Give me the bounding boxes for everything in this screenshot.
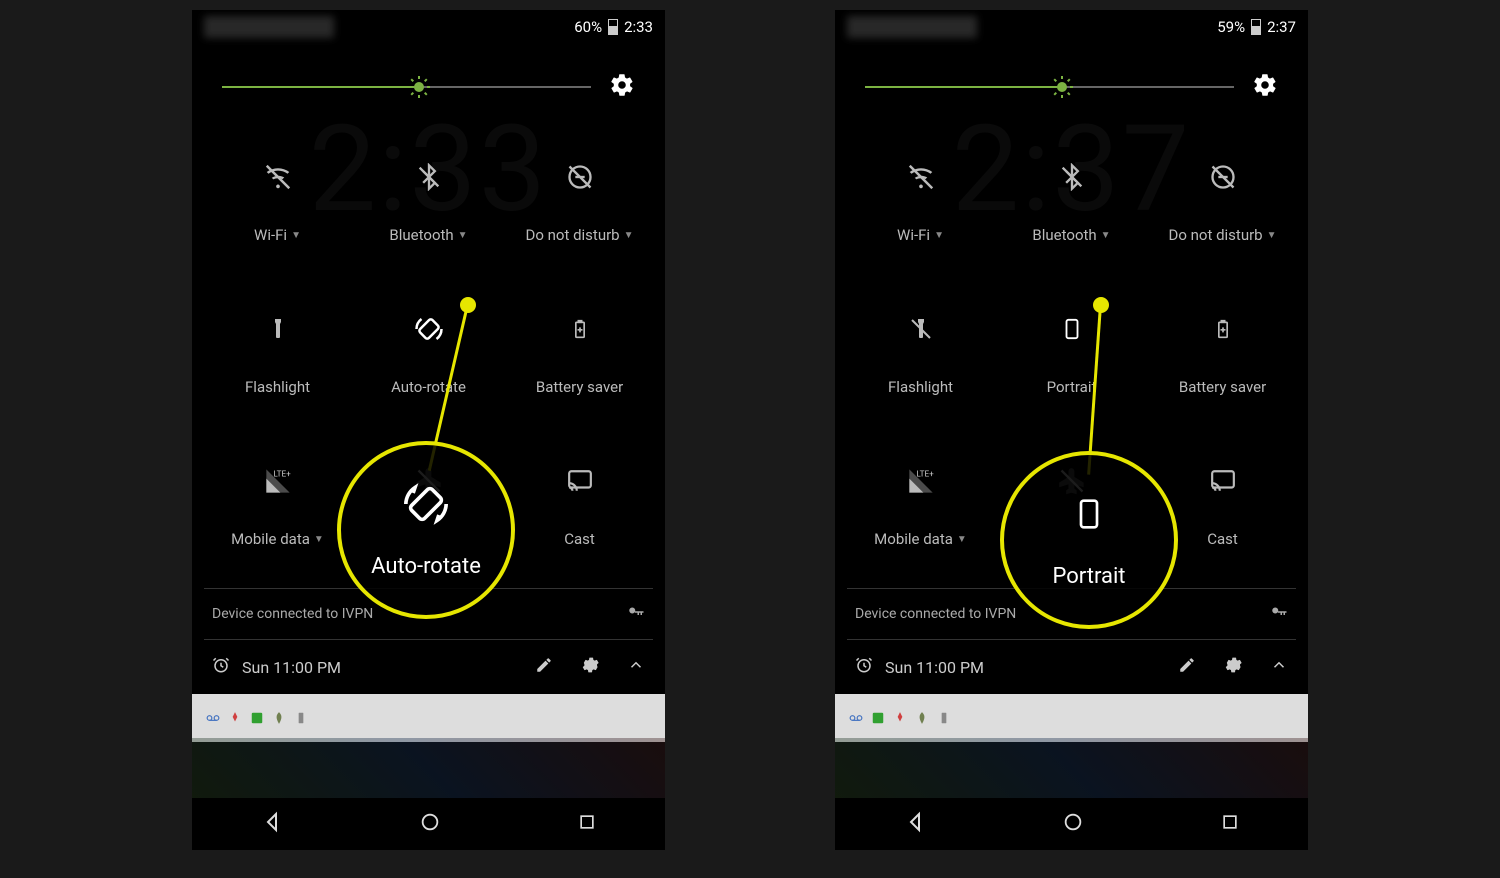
- tile-flashlight[interactable]: Flashlight: [845, 314, 996, 396]
- navigation-bar: [835, 798, 1308, 850]
- flashlight-off-icon: [906, 314, 936, 344]
- alarm-icon: [855, 656, 873, 678]
- chevron-down-icon: ▼: [1267, 230, 1277, 241]
- auto-rotate-icon: [414, 314, 444, 344]
- tile-bluetooth[interactable]: Bluetooth▼: [353, 162, 504, 244]
- key-icon: [627, 603, 645, 625]
- auto-rotate-icon: [404, 482, 448, 526]
- clock: 2:33: [624, 18, 653, 36]
- tile-battery-saver[interactable]: Battery saver: [504, 314, 655, 396]
- svg-text:LTE+: LTE+: [916, 468, 934, 478]
- bluetooth-off-icon: [414, 162, 444, 192]
- notification-icons-bar[interactable]: [192, 694, 665, 742]
- recents-button[interactable]: [1220, 812, 1240, 836]
- tile-cast[interactable]: Cast: [504, 466, 655, 548]
- battery-percent: 59%: [1217, 18, 1245, 36]
- tile-bluetooth[interactable]: Bluetooth▼: [996, 162, 1147, 244]
- tile-dnd[interactable]: Do not disturb▼: [1147, 162, 1298, 244]
- status-blur: [204, 16, 334, 38]
- back-button[interactable]: [260, 810, 284, 838]
- flashlight-icon: [263, 314, 293, 344]
- recents-button[interactable]: [577, 812, 597, 836]
- bluetooth-off-icon: [1057, 162, 1087, 192]
- tile-battery-saver[interactable]: Battery saver: [1147, 314, 1298, 396]
- leaf-icon: [272, 711, 286, 725]
- chevron-down-icon: ▼: [1101, 230, 1111, 241]
- brightness-thumb[interactable]: [407, 75, 431, 99]
- voicemail-icon: [849, 711, 863, 725]
- notification-icons-bar[interactable]: [835, 694, 1308, 742]
- device-icon: [937, 711, 951, 725]
- brightness-slider[interactable]: [192, 44, 665, 112]
- callout-auto-rotate: Auto-rotate: [337, 441, 515, 619]
- wifi-off-icon: [263, 162, 293, 192]
- home-button[interactable]: [419, 811, 441, 837]
- chevron-down-icon: ▼: [957, 534, 967, 545]
- battery-percent: 60%: [574, 18, 602, 36]
- chevron-down-icon: ▼: [314, 534, 324, 545]
- callout-dot: [1093, 297, 1109, 313]
- edit-icon[interactable]: [1178, 656, 1196, 678]
- chevron-down-icon: ▼: [291, 230, 301, 241]
- alarm-row[interactable]: Sun 11:00 PM: [192, 640, 665, 694]
- settings-icon[interactable]: [609, 72, 635, 102]
- gear-icon[interactable]: [581, 656, 599, 678]
- cast-icon: [565, 466, 595, 496]
- brightness-slider[interactable]: [835, 44, 1308, 112]
- battery-saver-icon: [1208, 314, 1238, 344]
- navigation-bar: [192, 798, 665, 850]
- image-icon: [250, 711, 264, 725]
- phone-right: 2:37 59% 2:37 Wi-Fi▼ Bluetooth▼: [835, 10, 1308, 850]
- status-blur: [847, 16, 977, 38]
- tile-dnd[interactable]: Do not disturb▼: [504, 162, 655, 244]
- chevron-down-icon: ▼: [458, 230, 468, 241]
- key-icon: [1270, 603, 1288, 625]
- dnd-off-icon: [1208, 162, 1238, 192]
- battery-saver-icon: [565, 314, 595, 344]
- edit-icon[interactable]: [535, 656, 553, 678]
- callout-dot: [460, 297, 476, 313]
- home-button[interactable]: [1062, 811, 1084, 837]
- leaf-icon: [915, 711, 929, 725]
- portrait-icon: [1057, 314, 1087, 344]
- signal-lte-icon: LTE+: [906, 466, 936, 496]
- app-icon: [228, 711, 242, 725]
- portrait-icon: [1073, 492, 1105, 536]
- tile-mobile-data[interactable]: LTE+ Mobile data▼: [845, 466, 996, 548]
- status-bar: 59% 2:37: [835, 10, 1308, 44]
- chevron-down-icon: ▼: [934, 230, 944, 241]
- tile-auto-rotate[interactable]: Auto-rotate: [353, 314, 504, 396]
- tile-mobile-data[interactable]: LTE+ Mobile data▼: [202, 466, 353, 548]
- tile-wifi[interactable]: Wi-Fi▼: [845, 162, 996, 244]
- tile-wifi[interactable]: Wi-Fi▼: [202, 162, 353, 244]
- status-bar: 60% 2:33: [192, 10, 665, 44]
- device-icon: [294, 711, 308, 725]
- signal-lte-icon: LTE+: [263, 466, 293, 496]
- image-icon: [871, 711, 885, 725]
- wallpaper: [835, 738, 1308, 798]
- settings-icon[interactable]: [1252, 72, 1278, 102]
- svg-text:LTE+: LTE+: [273, 468, 291, 478]
- chevron-up-icon[interactable]: [627, 656, 645, 678]
- voicemail-icon: [206, 711, 220, 725]
- wifi-off-icon: [906, 162, 936, 192]
- app-icon: [893, 711, 907, 725]
- chevron-down-icon: ▼: [624, 230, 634, 241]
- back-button[interactable]: [903, 810, 927, 838]
- phone-left: 2:33 60% 2:33 Wi-Fi▼ Bluetooth▼: [192, 10, 665, 850]
- dnd-off-icon: [565, 162, 595, 192]
- alarm-icon: [212, 656, 230, 678]
- callout-portrait: Portrait: [1000, 451, 1178, 629]
- clock: 2:37: [1267, 18, 1296, 36]
- gear-icon[interactable]: [1224, 656, 1242, 678]
- chevron-up-icon[interactable]: [1270, 656, 1288, 678]
- tile-portrait[interactable]: Portrait: [996, 314, 1147, 396]
- battery-icon: [608, 19, 618, 35]
- brightness-thumb[interactable]: [1050, 75, 1074, 99]
- battery-icon: [1251, 19, 1261, 35]
- alarm-row[interactable]: Sun 11:00 PM: [835, 640, 1308, 694]
- cast-icon: [1208, 466, 1238, 496]
- wallpaper: [192, 738, 665, 798]
- tile-flashlight[interactable]: Flashlight: [202, 314, 353, 396]
